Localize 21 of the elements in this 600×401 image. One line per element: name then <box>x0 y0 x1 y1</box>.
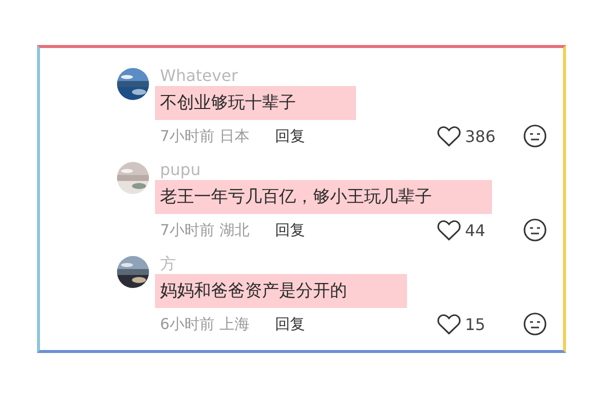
username: Whatever <box>160 66 239 86</box>
like-count: 44 <box>465 220 486 240</box>
reply-button[interactable]: 回复 <box>275 314 305 334</box>
reply-button[interactable]: 回复 <box>275 126 305 146</box>
face-icon[interactable] <box>523 312 547 336</box>
face-icon[interactable] <box>523 124 547 148</box>
heart-icon[interactable] <box>437 219 461 241</box>
comment-time: 7小时前 湖北 <box>160 220 250 240</box>
comment-time: 7小时前 日本 <box>160 126 250 146</box>
username: pupu <box>160 160 202 180</box>
comment-text: 不创业够玩十辈子 <box>155 86 356 120</box>
comment-text: 老王一年亏几百亿，够小王玩几辈子 <box>155 180 492 214</box>
like-count: 15 <box>465 314 486 334</box>
like-count: 386 <box>465 126 496 146</box>
username: 方 <box>160 254 177 274</box>
comment-time: 6小时前 上海 <box>160 314 250 334</box>
face-icon[interactable] <box>523 218 547 242</box>
reply-button[interactable]: 回复 <box>275 220 305 240</box>
heart-icon[interactable] <box>437 313 461 335</box>
heart-icon[interactable] <box>437 125 461 147</box>
comment-text: 妈妈和爸爸资产是分开的 <box>155 274 407 308</box>
